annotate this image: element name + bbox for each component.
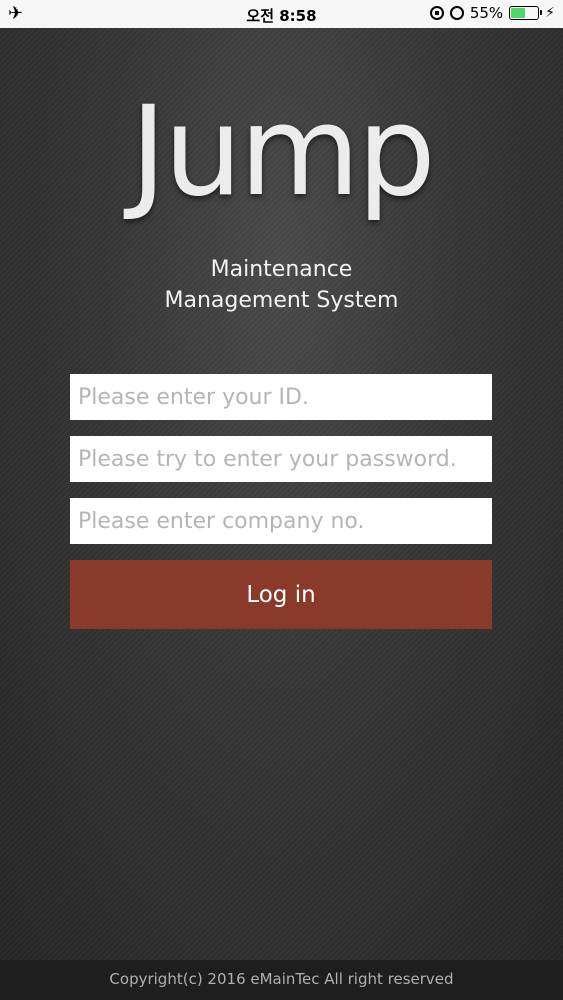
rotation-lock-icon <box>429 6 444 20</box>
id-input[interactable] <box>70 374 492 420</box>
login-screen: Jump Maintenance Management System Log i… <box>0 28 563 960</box>
status-bar: ✈ 오전 8:58 55% ⚡ <box>0 0 563 28</box>
battery-percent: 55% <box>469 4 504 22</box>
copyright-footer: Copyright(c) 2016 eMainTec All right res… <box>0 960 563 1000</box>
status-right: 55% ⚡ <box>429 4 555 22</box>
battery-icon <box>509 6 543 20</box>
charging-icon: ⚡ <box>545 5 555 21</box>
company-no-input[interactable] <box>70 498 492 544</box>
battery-fill <box>511 8 526 18</box>
alarm-icon <box>449 6 464 20</box>
app-subtitle: Maintenance Management System <box>0 254 563 316</box>
login-button[interactable]: Log in <box>70 560 492 629</box>
subtitle-line-2: Management System <box>164 288 399 313</box>
password-input[interactable] <box>70 436 492 482</box>
app-logo: Jump <box>130 80 436 224</box>
subtitle-line-1: Maintenance <box>210 257 353 282</box>
